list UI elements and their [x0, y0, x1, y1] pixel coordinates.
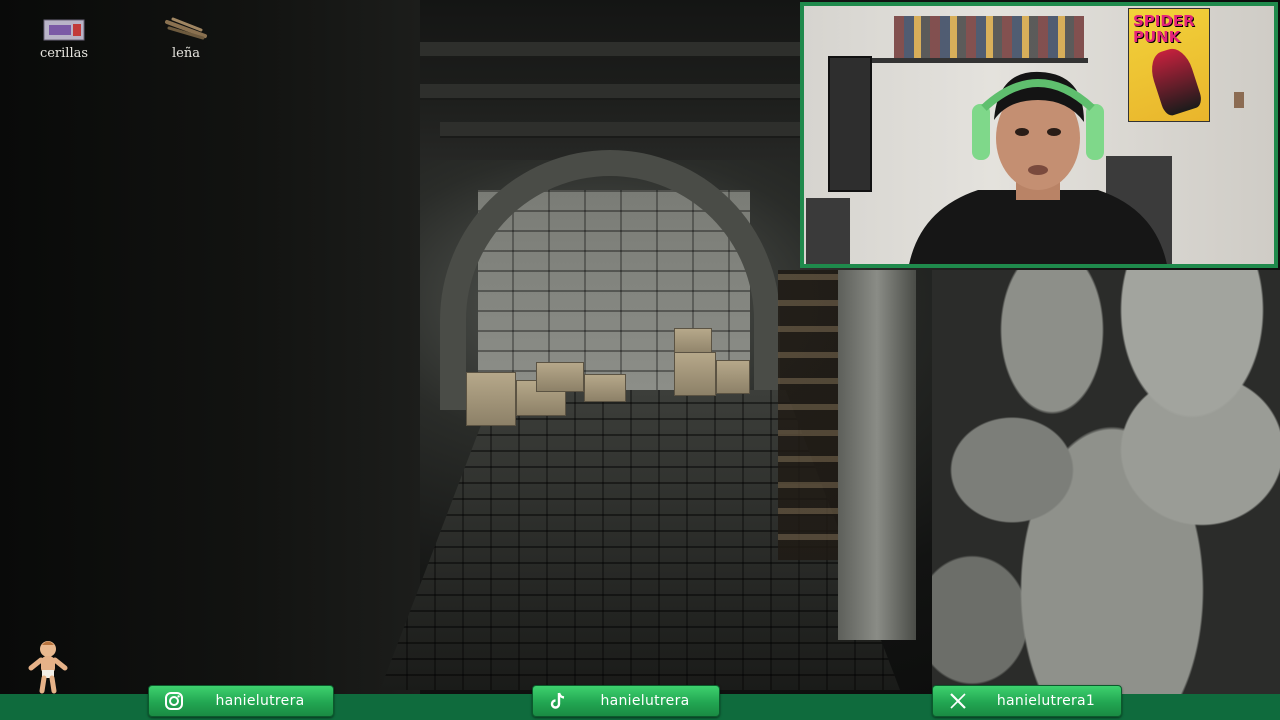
dark-chair	[806, 198, 850, 264]
tiktok-icon	[547, 690, 569, 712]
social-link-instagram[interactable]: hanielutrera	[148, 685, 334, 717]
social-link-tiktok[interactable]: hanielutrera	[532, 685, 720, 717]
inventory-item-matches[interactable]: cerillas	[24, 16, 104, 61]
social-handle: hanielutrera	[600, 693, 690, 709]
firewood-icon	[165, 17, 207, 40]
inventory-item-firewood[interactable]: leña	[146, 16, 226, 61]
x-icon	[947, 690, 969, 712]
cardboard-box[interactable]	[584, 374, 626, 402]
social-handle: hanielutrera1	[996, 693, 1096, 709]
inventory-label: leña	[172, 46, 200, 61]
instagram-icon	[163, 690, 185, 712]
inventory-label: cerillas	[39, 46, 89, 61]
cardboard-box[interactable]	[674, 352, 716, 396]
cardboard-box[interactable]	[536, 362, 584, 392]
ceiling-beam	[400, 84, 800, 100]
light-switch	[1234, 92, 1244, 108]
cardboard-box[interactable]	[466, 372, 516, 426]
webcam-overlay: SPIDER PUNK	[800, 2, 1278, 268]
stone-pillar	[838, 270, 916, 640]
social-handle: hanielutrera	[215, 693, 305, 709]
streamer	[909, 71, 1167, 264]
baby-doll-icon	[28, 641, 68, 694]
collectibles-shelf-items	[894, 16, 1084, 58]
poster-title: SPIDER PUNK	[1133, 12, 1195, 46]
left-stone-wall	[0, 0, 420, 720]
wall-mirror	[828, 56, 872, 192]
right-stone-wall	[932, 270, 1280, 700]
matchbox-icon	[43, 19, 85, 41]
wine-rack	[778, 270, 844, 560]
cardboard-box[interactable]	[716, 360, 750, 394]
ceiling-beam	[440, 122, 800, 138]
social-link-x[interactable]: hanielutrera1	[932, 685, 1122, 717]
ceiling-beam	[360, 42, 800, 58]
